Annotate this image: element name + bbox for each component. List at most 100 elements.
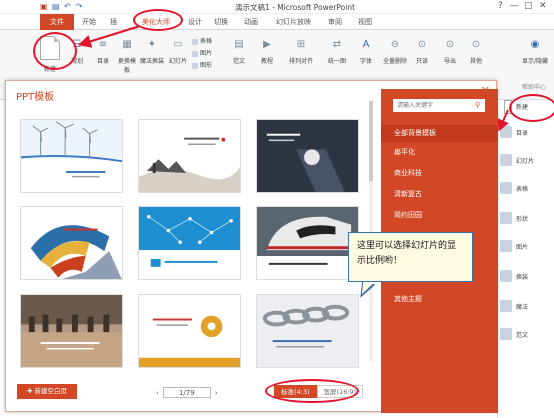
category-simple-pastoral[interactable]: 简约田园 — [381, 207, 498, 224]
template-thumb-chain[interactable] — [256, 294, 359, 368]
magic-icon — [500, 300, 512, 312]
page-input[interactable]: 1/79 — [162, 387, 211, 398]
category-business-tech[interactable]: 商业科技 — [381, 165, 498, 182]
prev-page-icon[interactable]: ‹ — [156, 389, 159, 397]
train-preview — [257, 207, 358, 279]
tab-animations[interactable]: 动画 — [244, 17, 258, 27]
next-page-icon[interactable]: › — [215, 389, 218, 397]
new-blank-page-button[interactable]: ✚ 新建空白页 — [17, 384, 77, 399]
shape-icon — [192, 62, 198, 69]
tab-view[interactable]: 视图 — [358, 17, 372, 27]
save-icon[interactable]: ▤ — [52, 2, 60, 11]
minimize-button[interactable]: — — [510, 1, 519, 11]
slide-icon — [500, 154, 512, 166]
slide-button[interactable]: ▭ 幻灯片 — [166, 36, 190, 65]
tab-file[interactable]: 文件 — [40, 14, 74, 30]
tab-insert[interactable]: 插 — [110, 17, 117, 27]
rpane-picture[interactable]: 图片 — [516, 242, 528, 251]
template-thumb-parachute[interactable] — [20, 206, 123, 280]
unify-label: 统一图 — [327, 58, 346, 65]
rpane-magic[interactable]: 魔法 — [516, 302, 528, 311]
category-other[interactable]: 其他主题 — [381, 291, 498, 308]
eye-icon: ◉ — [530, 39, 540, 50]
tab-review[interactable]: 审阅 — [328, 17, 342, 27]
new-highlight-ellipse — [33, 32, 77, 70]
template-scrollbar[interactable] — [369, 101, 373, 361]
sample-icon — [500, 328, 512, 340]
scrollbar-thumb[interactable] — [369, 101, 373, 181]
tab-transitions[interactable]: 切换 — [214, 17, 228, 27]
help-icon[interactable]: ? — [498, 1, 503, 11]
chain-preview — [257, 295, 358, 367]
template-thumb-network[interactable] — [138, 206, 241, 280]
template-thumb-ink[interactable] — [138, 119, 241, 193]
network-preview — [139, 207, 240, 279]
tutorial-button[interactable]: ▶ 教程 — [256, 36, 278, 65]
category-fresh-retro[interactable]: 清新复古 — [381, 186, 498, 203]
window-title: 演示文稿1 - Microsoft PowerPoint — [234, 3, 356, 12]
rpane-new-highlight-ellipse — [509, 94, 554, 122]
category-flat[interactable]: 扁平化 — [381, 144, 498, 161]
unify-image-button[interactable]: ⇄ 统一图 — [322, 36, 352, 65]
font-button[interactable]: A 字体 — [356, 36, 376, 65]
maximize-button[interactable]: □ — [524, 1, 533, 11]
powerpoint-logo-icon: ▣ — [40, 2, 48, 11]
close-icon[interactable]: ✕ — [481, 84, 490, 97]
keyword-search-input[interactable] — [393, 99, 485, 112]
template-thumb-meeting[interactable] — [20, 294, 123, 368]
undo-icon[interactable]: ↶ — [64, 2, 71, 11]
rpane-toc[interactable]: 目录 — [516, 128, 528, 137]
toc-label: 目录 — [96, 58, 109, 65]
arrange-button[interactable]: ⊞ 排列对齐 — [284, 36, 318, 65]
template-thumb-light[interactable] — [256, 119, 359, 193]
help-center-group-label: 帮助中心 — [522, 84, 547, 91]
template-thumb-windmill[interactable] — [20, 119, 123, 193]
light-beam-preview — [257, 120, 358, 192]
picture-button[interactable]: 图片 — [192, 48, 212, 57]
arrange-icon: ⊞ — [296, 39, 306, 50]
export-icon: ⊙ — [445, 39, 455, 50]
template-thumb-train[interactable] — [256, 206, 359, 280]
magic-swap-button[interactable]: ✦ 魔法换装 — [140, 36, 164, 65]
new-blank-label: 新建空白页 — [34, 387, 68, 395]
dialog-title: PPT模板 — [16, 92, 55, 103]
toc-button[interactable]: ≡ 目录 — [92, 36, 114, 65]
readonly-button[interactable]: ⊙ 只读 — [412, 36, 432, 65]
unify-icon: ⇄ — [332, 39, 342, 50]
pagination: ‹ 1/79 › — [156, 387, 218, 398]
table-label: 表格 — [200, 38, 213, 45]
rpane-shape[interactable]: 形状 — [516, 214, 528, 223]
show-hide-button[interactable]: ◉ 显示/隐藏 — [518, 36, 552, 65]
rpane-table[interactable]: 表格 — [516, 184, 528, 193]
font-label: 字体 — [359, 58, 372, 65]
export-button[interactable]: ⊙ 导出 — [440, 36, 460, 65]
tab-home[interactable]: 开始 — [82, 17, 96, 27]
search-icon[interactable]: ⚲ — [475, 101, 480, 109]
template-thumb-gear[interactable] — [138, 294, 241, 368]
show-hide-label: 显示/隐藏 — [521, 58, 549, 65]
sample-button[interactable]: ▤ 范文 — [228, 36, 250, 65]
delete-all-label: 全量删除 — [382, 58, 407, 65]
table-button[interactable]: 表格 — [192, 36, 212, 45]
rpane-swap[interactable]: 换装 — [516, 272, 528, 281]
tab-slideshow[interactable]: 幻灯片放映 — [276, 17, 311, 27]
change-template-button[interactable]: ▦ 更换模板 — [116, 36, 138, 74]
shape-button[interactable]: 图形 — [192, 60, 212, 69]
category-all[interactable]: 全部背景模板 — [381, 125, 498, 142]
toc-icon — [500, 126, 512, 138]
picture-icon — [192, 50, 198, 57]
tab-design[interactable]: 设计 — [188, 17, 202, 27]
close-button[interactable]: ✕ — [539, 1, 547, 11]
rpane-slide[interactable]: 幻灯片 — [516, 156, 534, 165]
shape-icon — [500, 212, 512, 224]
delete-icon: ⊖ — [390, 39, 400, 50]
plus-icon: ✚ — [26, 387, 33, 395]
delete-all-button[interactable]: ⊖ 全量删除 — [382, 36, 408, 65]
readonly-label: 只读 — [415, 58, 428, 65]
rpane-sample[interactable]: 范文 — [516, 330, 528, 339]
slide-icon: ▭ — [173, 39, 183, 50]
other-button[interactable]: ⊙ 其他 — [466, 36, 486, 65]
tutorial-label: 教程 — [260, 58, 273, 65]
ink-painting-preview — [139, 120, 240, 192]
redo-icon[interactable]: ↷ — [76, 2, 83, 11]
